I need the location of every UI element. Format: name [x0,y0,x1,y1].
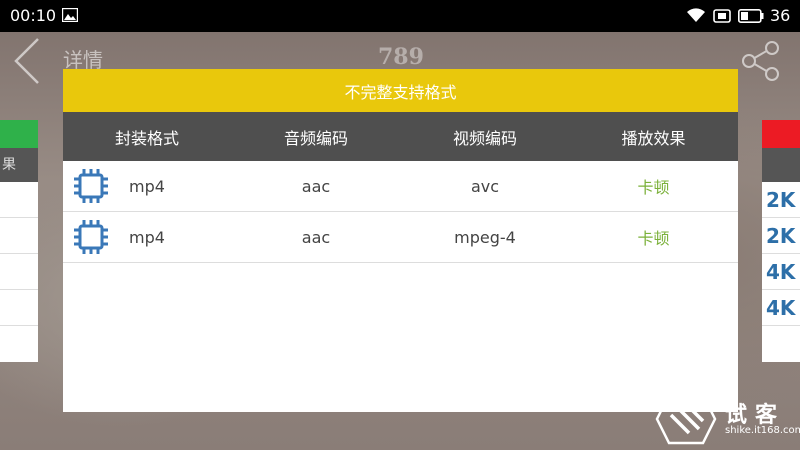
video-codec: avc [470,176,500,196]
table-row: mp4 aac mpeg-4 卡顿 [63,212,738,263]
left-panel-row [0,182,38,218]
watermark-url: shike.it168.com [725,425,800,436]
left-panel-row [0,290,38,326]
dialog-title: 不完整支持格式 [63,69,738,112]
image-notification-icon [62,8,78,22]
shike-logo-icon [655,393,717,445]
chip-icon [74,220,108,254]
column-header-video: 视频编码 [452,128,517,148]
resolution-label: 4K [762,254,800,290]
page-number: 789 [378,44,424,70]
status-bar: 00:10 36 [0,0,800,32]
resolution-label: 2K [762,218,800,254]
playback-effect: 卡顿 [637,229,670,248]
watermark: 试客 shike.it168.com [655,385,800,450]
audio-codec: aac [301,227,331,247]
status-time: 00:10 [10,6,57,25]
table-header: 封装格式 音频编码 视频编码 播放效果 [63,112,738,161]
resolution-label: 2K [762,182,800,218]
back-arrow-icon[interactable] [12,36,42,86]
left-panel-row [0,218,38,254]
format-support-dialog: 不完整支持格式 封装格式 音频编码 视频编码 播放效果 mp4 aac avc … [63,69,738,412]
playback-effect: 卡顿 [637,178,670,197]
left-background-panel: 果 [0,120,38,362]
column-header-audio: 音频编码 [283,128,348,148]
video-codec: mpeg-4 [454,227,516,247]
table-row: mp4 aac avc 卡顿 [63,161,738,212]
battery-level: 36 [770,6,791,25]
right-panel-red-bar [762,120,800,148]
left-panel-row [0,254,38,290]
screen-rotation-icon [713,9,731,23]
column-header-container: 封装格式 [114,128,179,148]
column-header-effect: 播放效果 [621,128,686,148]
left-panel-green-bar [0,120,38,148]
battery-icon [738,9,764,23]
resolution-label: 4K [762,290,800,326]
right-panel-header [762,148,800,182]
wifi-icon [687,8,705,22]
right-background-panel: 2K 2K 4K 4K [762,120,800,362]
chip-icon [74,169,108,203]
audio-codec: aac [301,176,331,196]
share-icon[interactable] [740,40,782,82]
left-panel-header: 果 [0,148,38,182]
